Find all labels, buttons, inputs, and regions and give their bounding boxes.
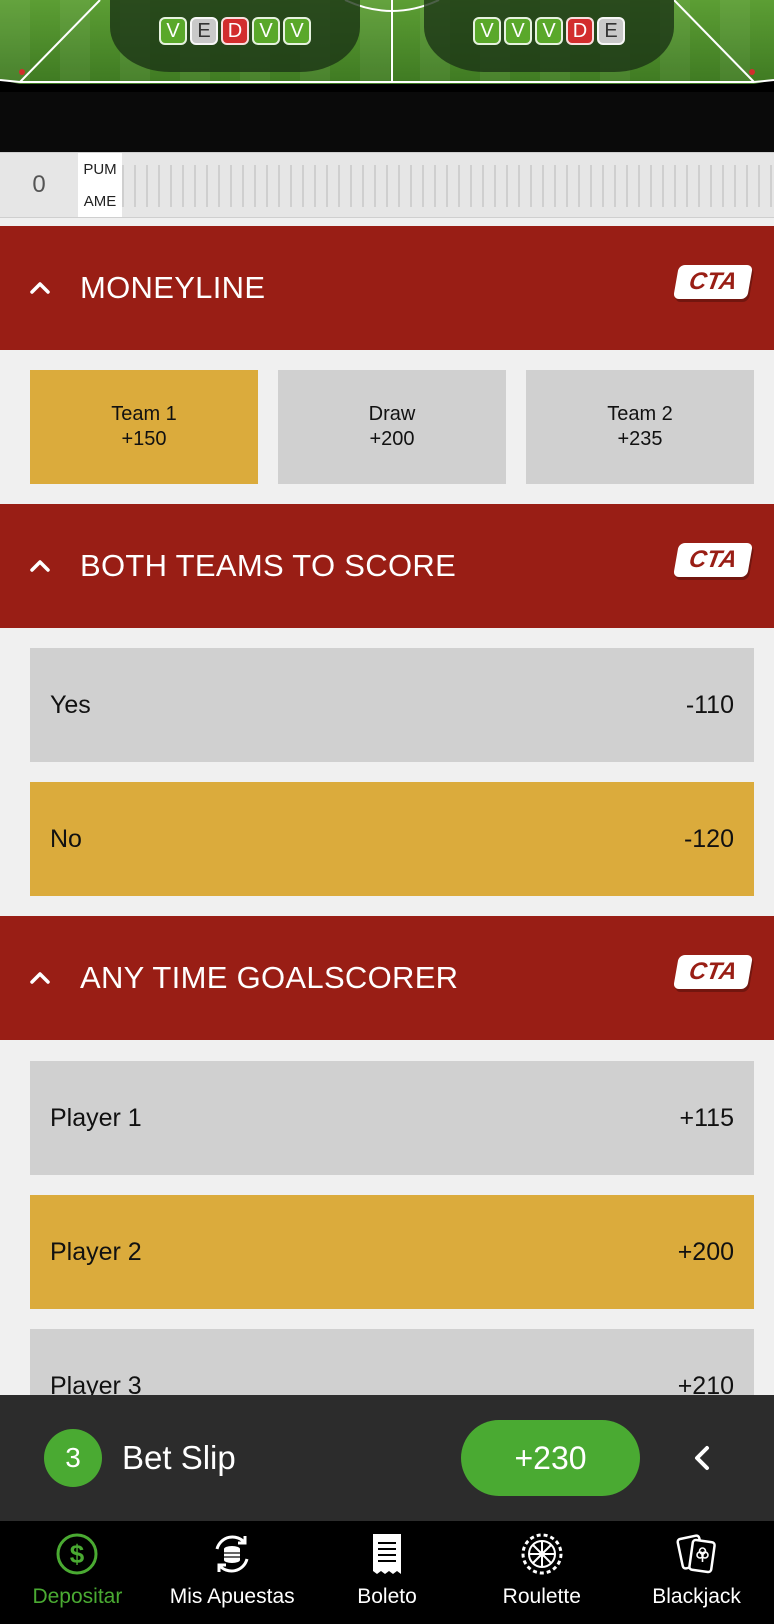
ticket-document-icon <box>372 1534 401 1574</box>
option-odds: -120 <box>683 825 734 853</box>
market-header-any-time-goalscorer[interactable]: ANY TIME GOALSCORER CTA <box>0 916 774 1040</box>
chevron-up-icon <box>30 560 50 572</box>
option-odds: +235 <box>617 428 663 450</box>
form-badge: E <box>190 17 218 45</box>
option-label: Player 1 <box>50 1104 142 1132</box>
market-header-moneyline[interactable]: MONEYLINE CTA <box>0 226 774 350</box>
btts-option-no[interactable]: No -120 <box>30 782 754 896</box>
option-label: Yes <box>50 691 91 719</box>
option-label: Player 3 <box>50 1372 142 1395</box>
home-team-abbr: PUM <box>83 160 117 178</box>
coins-refresh-icon <box>215 1535 249 1573</box>
nav-item-mis-apuestas[interactable]: Mis Apuestas <box>155 1521 310 1624</box>
roulette-wheel-icon <box>521 1533 563 1575</box>
form-badge: V <box>535 17 563 45</box>
nav-label: Blackjack <box>652 1585 741 1608</box>
nav-label: Roulette <box>502 1585 581 1608</box>
nav-label: Boleto <box>357 1585 417 1608</box>
moneyline-option-draw[interactable]: Draw +200 <box>278 370 506 484</box>
score-total: 0 <box>32 171 46 198</box>
away-team-form: V V V D E <box>424 0 674 72</box>
team-abbreviations: PUM AME <box>78 153 122 217</box>
score-timeline: 0 PUM AME <box>0 152 774 218</box>
goalscorer-option-player-3[interactable]: Player 3 +210 <box>30 1329 754 1395</box>
nav-label: Depositar <box>32 1585 123 1608</box>
playing-cards-icon <box>676 1534 716 1574</box>
bet-slip-bar[interactable]: 3 Bet Slip +230 <box>0 1395 774 1521</box>
market-header-both-teams-to-score[interactable]: BOTH TEAMS TO SCORE CTA <box>0 504 774 628</box>
nav-item-boleto[interactable]: Boleto <box>310 1521 465 1624</box>
market-title: MONEYLINE <box>80 270 266 305</box>
option-odds: +210 <box>677 1372 734 1395</box>
dollar-coin-icon: $ <box>56 1533 98 1575</box>
market-body-any-time-goalscorer: Player 1 +115 Player 2 +200 Player 3 +21… <box>0 1040 774 1395</box>
cta-badge[interactable]: CTA <box>673 543 753 577</box>
chevron-left-icon[interactable] <box>682 1438 722 1478</box>
option-label: Team 1 <box>111 403 177 425</box>
form-badge: V <box>283 17 311 45</box>
home-team-form: V E D V V <box>110 0 360 72</box>
bet-slip-label: Bet Slip <box>122 1439 236 1476</box>
option-label: Draw <box>368 403 416 425</box>
option-label: No <box>50 825 82 853</box>
market-body-moneyline: Team 1 +150 Draw +200 Team 2 +235 <box>0 350 774 504</box>
form-badge: V <box>504 17 532 45</box>
btts-option-yes[interactable]: Yes -110 <box>30 648 754 762</box>
bottom-navigation: $ Depositar Mis Apuestas Boleto Roulette… <box>0 1521 774 1624</box>
form-badge: V <box>252 17 280 45</box>
option-odds: +115 <box>679 1104 734 1132</box>
option-odds: -110 <box>685 691 734 719</box>
market-title: ANY TIME GOALSCORER <box>80 960 459 995</box>
chevron-up-icon <box>30 282 50 294</box>
goalscorer-option-player-2[interactable]: Player 2 +200 <box>30 1195 754 1309</box>
option-odds: +150 <box>121 428 167 450</box>
option-label: Team 2 <box>607 403 673 425</box>
nav-item-depositar[interactable]: $ Depositar <box>0 1521 155 1624</box>
timeline-ticks <box>122 165 774 207</box>
market-body-both-teams-to-score: Yes -110 No -120 <box>0 628 774 916</box>
form-badge: D <box>566 17 594 45</box>
bet-slip-count-badge: 3 <box>44 1429 102 1487</box>
form-badge: D <box>221 17 249 45</box>
option-odds: +200 <box>677 1238 734 1266</box>
svg-text:$: $ <box>70 1539 85 1569</box>
chevron-up-icon <box>30 972 50 984</box>
moneyline-option-team-1[interactable]: Team 1 +150 <box>30 370 258 484</box>
moneyline-option-team-2[interactable]: Team 2 +235 <box>526 370 754 484</box>
cta-badge[interactable]: CTA <box>673 265 753 299</box>
nav-label: Mis Apuestas <box>169 1585 295 1608</box>
away-team-abbr: AME <box>83 192 117 210</box>
form-badge: V <box>473 17 501 45</box>
option-label: Player 2 <box>50 1238 142 1266</box>
nav-item-roulette[interactable]: Roulette <box>464 1521 619 1624</box>
form-badge: E <box>597 17 625 45</box>
match-pitch-header: V E D V V V V V D E <box>0 0 774 152</box>
form-badge: V <box>159 17 187 45</box>
cta-badge[interactable]: CTA <box>673 955 753 989</box>
goalscorer-option-player-1[interactable]: Player 1 +115 <box>30 1061 754 1175</box>
bet-slip-odds-button[interactable]: +230 <box>461 1420 640 1496</box>
nav-item-blackjack[interactable]: Blackjack <box>619 1521 774 1624</box>
option-odds: +200 <box>369 428 415 450</box>
market-title: BOTH TEAMS TO SCORE <box>80 548 457 583</box>
